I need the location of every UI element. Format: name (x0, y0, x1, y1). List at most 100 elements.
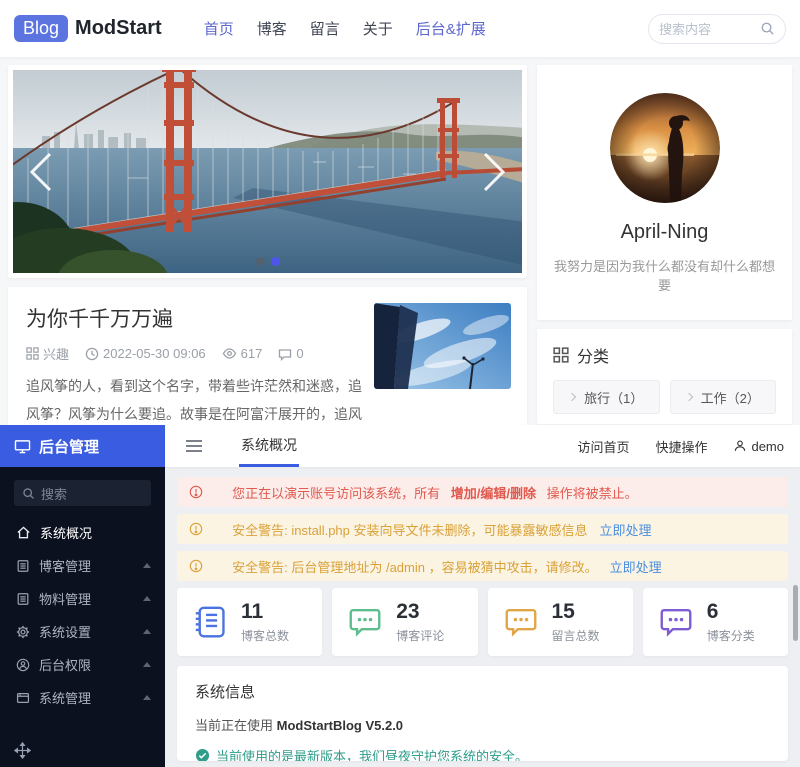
carousel-dot[interactable] (256, 257, 265, 266)
system-info-card: 系统信息 当前正在使用 ModStartBlog V5.2.0 当前使用的是最新… (177, 666, 788, 761)
stat-value: 11 (241, 601, 289, 622)
blog-page: Blog ModStart 首页 博客 留言 关于 后台&扩展 搜索内容 (0, 0, 800, 425)
user-menu[interactable]: demo (733, 439, 784, 454)
sidebar-item-overview[interactable]: 系统概况 (0, 516, 165, 549)
chevron-right-icon (684, 393, 692, 401)
quick-actions-link[interactable]: 快捷操作 (655, 437, 707, 456)
stat-card-blog-total[interactable]: 11 博客总数 (177, 588, 322, 656)
stat-card-messages-total[interactable]: 15 留言总数 (488, 588, 633, 656)
page-scrollbar-thumb[interactable] (793, 585, 798, 641)
search-icon[interactable] (760, 21, 775, 36)
article-date: 2022-05-30 09:06 (85, 346, 206, 361)
handle-now-link[interactable]: 立即处理 (600, 520, 652, 539)
clock-icon (85, 347, 99, 361)
check-circle-icon (195, 748, 210, 761)
article-category[interactable]: 兴趣 (26, 344, 69, 363)
eye-icon (222, 346, 237, 361)
stat-label: 博客评论 (396, 627, 444, 644)
sidebar-item-admin-permissions[interactable]: 后台权限 (0, 648, 165, 681)
blog-nav: 首页 博客 留言 关于 后台&扩展 (204, 18, 486, 39)
admin-content: 您正在以演示账号访问该系统，所有 增加/编辑/删除 操作将被禁止。 安全警告: … (165, 467, 800, 767)
comment-dots-icon (502, 603, 540, 641)
move-handle-icon[interactable] (14, 742, 31, 759)
collapse-arrow-icon[interactable] (143, 596, 151, 601)
comment-dots-icon (657, 603, 695, 641)
collapse-arrow-icon[interactable] (143, 563, 151, 568)
document-icon (16, 592, 30, 606)
hamburger-menu-icon[interactable] (185, 439, 203, 453)
admin-topbar: 系统概况 访问首页 快捷操作 demo (165, 425, 800, 467)
system-version-line: 当前正在使用 ModStartBlog V5.2.0 (195, 715, 770, 734)
person-icon (733, 439, 747, 453)
sidebar-item-blog-manage[interactable]: 博客管理 (0, 549, 165, 582)
notebook-icon (191, 603, 229, 641)
admin-sidebar-header: 后台管理 (0, 425, 165, 467)
blog-search-input[interactable]: 搜索内容 (648, 14, 786, 44)
grid-icon (553, 347, 569, 363)
chevron-right-icon (568, 393, 576, 401)
security-warning-admin-path-alert: 安全警告: 后台管理地址为 /admin ，容易被猜中攻击，请修改。 立即处理 (177, 551, 788, 581)
article-thumbnail[interactable] (374, 303, 511, 389)
article-card: 为你千千万万遍 兴趣 (8, 287, 527, 425)
nav-item-about[interactable]: 关于 (363, 18, 393, 39)
stats-row: 11 博客总数 23 博客评论 (177, 588, 788, 656)
handle-now-link[interactable]: 立即处理 (610, 557, 662, 576)
demo-warning-alert: 您正在以演示账号访问该系统，所有 增加/编辑/删除 操作将被禁止。 (177, 477, 788, 507)
profile-card: April-Ning 我努力是因为我什么都没有却什么都想要 (537, 65, 792, 320)
avatar[interactable] (610, 93, 720, 203)
sidebar-item-material-manage[interactable]: 物料管理 (0, 582, 165, 615)
system-version: ModStartBlog V5.2.0 (277, 718, 403, 733)
nav-item-message[interactable]: 留言 (310, 18, 340, 39)
grid-icon (26, 347, 39, 360)
stat-label: 博客总数 (241, 627, 289, 644)
collapse-arrow-icon[interactable] (143, 695, 151, 700)
collapse-arrow-icon[interactable] (143, 629, 151, 634)
carousel-dot-active[interactable] (271, 257, 280, 266)
window-icon (16, 691, 30, 705)
visit-homepage-link[interactable]: 访问首页 (577, 437, 629, 456)
blog-logo-text[interactable]: ModStart (75, 17, 162, 40)
sidebar-item-system-settings[interactable]: 系统设置 (0, 615, 165, 648)
carousel (8, 65, 527, 278)
carousel-image-golden-gate-bridge[interactable] (13, 70, 522, 273)
stat-card-blog-comments[interactable]: 23 博客评论 (332, 588, 477, 656)
stat-value: 15 (552, 601, 600, 622)
blog-header: Blog ModStart 首页 博客 留言 关于 后台&扩展 搜索内容 (0, 0, 800, 57)
stat-label: 留言总数 (552, 627, 600, 644)
article-excerpt: 追风筝的人，看到这个名字，带着些许茫然和迷惑，追风筝？风筝为什么要追。故事是在阿… (26, 372, 364, 425)
profile-bio: 我努力是因为我什么都没有却什么都想要 (553, 256, 776, 294)
carousel-next-button[interactable] (479, 150, 509, 194)
article-views: 617 (222, 346, 263, 361)
categories-title: 分类 (577, 343, 609, 367)
carousel-prev-button[interactable] (26, 150, 56, 194)
sidebar-search-input[interactable]: 搜索 (14, 480, 151, 506)
system-info-title: 系统信息 (195, 681, 770, 702)
stat-label: 博客分类 (707, 627, 755, 644)
user-circle-icon (16, 658, 30, 672)
admin-sidebar: 后台管理 搜索 系统概况 (0, 425, 165, 767)
sidebar-menu: 系统概况 博客管理 物料管理 (0, 516, 165, 714)
stat-value: 23 (396, 601, 444, 622)
categories-header: 分类 (553, 343, 776, 367)
carousel-dots (256, 257, 280, 266)
nav-item-blog[interactable]: 博客 (257, 18, 287, 39)
system-status-line: 当前使用的是最新版本，我们昼夜守护您系统的安全。 (195, 746, 770, 761)
category-chip-travel[interactable]: 旅行（1） (553, 380, 660, 414)
profile-name: April-Ning (553, 221, 776, 244)
article-comments: 0 (278, 346, 303, 361)
collapse-arrow-icon[interactable] (143, 662, 151, 667)
sidebar-item-system-manage[interactable]: 系统管理 (0, 681, 165, 714)
search-placeholder: 搜索内容 (659, 19, 711, 38)
monitor-icon (14, 439, 31, 454)
stat-card-blog-categories[interactable]: 6 博客分类 (643, 588, 788, 656)
nav-item-home[interactable]: 首页 (204, 18, 234, 39)
tab-system-overview[interactable]: 系统概况 (239, 425, 299, 467)
blog-logo-badge[interactable]: Blog (14, 15, 68, 42)
search-icon (22, 487, 35, 500)
stat-value: 6 (707, 601, 755, 622)
category-chip-work[interactable]: 工作（2） (670, 380, 777, 414)
nav-item-admin-ext[interactable]: 后台&扩展 (416, 18, 486, 39)
comment-dots-icon (346, 603, 384, 641)
document-icon (16, 559, 30, 573)
admin-page: 后台管理 搜索 系统概况 (0, 425, 800, 767)
